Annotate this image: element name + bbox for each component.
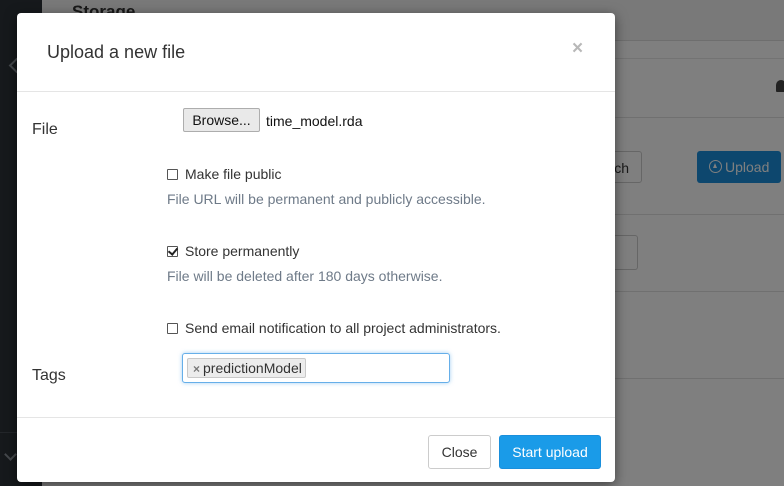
tag-label: predictionModel — [203, 360, 302, 376]
tags-label: Tags — [32, 367, 66, 384]
store-permanently-label: Store permanently — [185, 243, 300, 259]
tags-input[interactable]: × predictionModel — [182, 353, 450, 383]
modal-header: Upload a new file × — [17, 13, 615, 92]
upload-file-modal: Upload a new file × File Browse... time_… — [17, 13, 615, 482]
remove-tag-icon[interactable]: × — [193, 362, 200, 376]
selected-file-name: time_model.rda — [266, 113, 363, 129]
close-icon[interactable]: × — [572, 39, 583, 59]
tag-chip: × predictionModel — [187, 358, 306, 378]
make-public-checkbox[interactable] — [167, 169, 178, 180]
make-public-label: Make file public — [185, 166, 282, 182]
close-button[interactable]: Close — [428, 435, 491, 469]
modal-title: Upload a new file — [47, 42, 186, 62]
store-permanently-help: File will be deleted after 180 days othe… — [167, 268, 443, 284]
store-permanently-option[interactable]: Store permanently — [167, 243, 299, 259]
email-notification-label: Send email notification to all project a… — [185, 320, 501, 336]
make-public-help: File URL will be permanent and publicly … — [167, 191, 486, 207]
email-notification-checkbox[interactable] — [167, 323, 178, 334]
browse-button[interactable]: Browse... — [183, 108, 260, 132]
email-notification-option[interactable]: Send email notification to all project a… — [167, 320, 501, 336]
store-permanently-checkbox[interactable] — [167, 246, 178, 257]
file-label: File — [32, 121, 58, 138]
start-upload-button[interactable]: Start upload — [499, 435, 601, 469]
make-public-option[interactable]: Make file public — [167, 166, 282, 182]
modal-footer: Close Start upload — [17, 417, 615, 483]
